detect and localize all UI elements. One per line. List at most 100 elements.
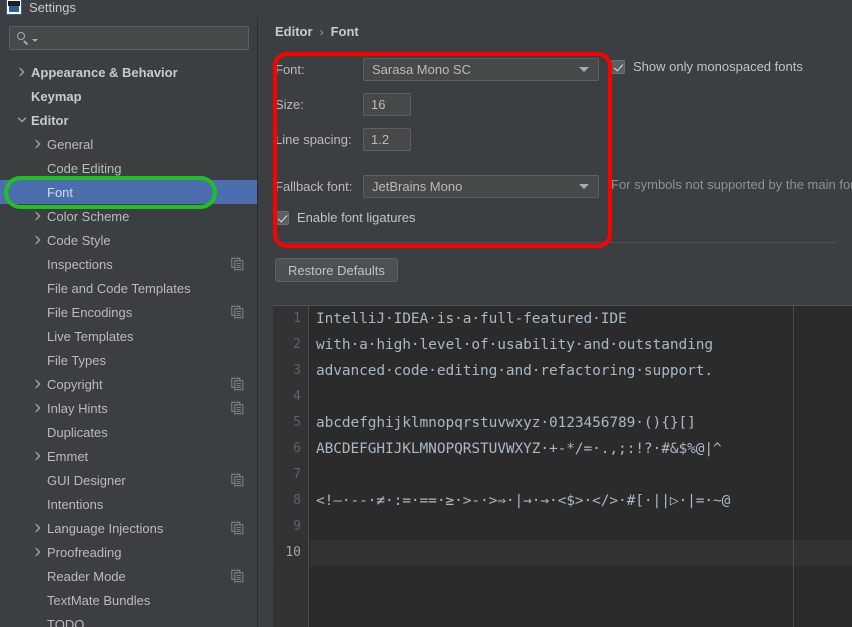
breadcrumb-root[interactable]: Editor	[275, 24, 313, 39]
chevron-right-icon[interactable]	[33, 523, 43, 533]
sidebar-item-file-types[interactable]: File Types	[0, 348, 257, 372]
fallback-font-hint: For symbols not supported by the main fo…	[611, 177, 852, 192]
editor-code-line[interactable]	[310, 540, 852, 566]
enable-font-ligatures-checkbox[interactable]	[275, 210, 289, 225]
chevron-right-icon[interactable]	[33, 235, 43, 245]
sidebar-item-label: Reader Mode	[47, 568, 126, 584]
sidebar-item-language-injections[interactable]: Language Injections	[0, 516, 257, 540]
font-row: Font: Sarasa Mono SC	[275, 58, 599, 81]
editor-line-number-gutter: 1 2 3 4 5 6 7 8 9 10	[273, 306, 309, 627]
copy-icon[interactable]	[231, 401, 244, 415]
sidebar-item-label: Keymap	[31, 88, 82, 104]
editor-code-line[interactable]	[310, 514, 852, 540]
editor-right-margin-guide	[793, 306, 794, 627]
chevron-right-icon[interactable]	[33, 379, 43, 389]
editor-code-line[interactable]: <!—·--·≠·:=·==·≥·>-·>⇒·|→·→·<$>·</>·#[·|…	[310, 488, 852, 514]
sidebar-item-file-and-code-templates[interactable]: File and Code Templates	[0, 276, 257, 300]
sidebar-item-copyright[interactable]: Copyright	[0, 372, 257, 396]
sidebar-item-color-scheme[interactable]: Color Scheme	[0, 204, 257, 228]
breadcrumb: Editor › Font	[275, 24, 359, 39]
font-label: Font:	[275, 62, 305, 77]
fallback-hint-row: For symbols not supported by the main fo…	[611, 177, 852, 192]
sidebar-item-keymap[interactable]: Keymap	[0, 84, 257, 108]
chevron-down-icon[interactable]	[579, 67, 589, 72]
sidebar-item-todo[interactable]: TODO	[0, 612, 257, 627]
editor-code-line[interactable]: advanced·code·editing·and·refactoring·su…	[310, 358, 852, 384]
editor-line-number: 2	[293, 337, 301, 352]
form-divider	[275, 242, 836, 243]
chevron-right-icon[interactable]	[17, 67, 27, 77]
editor-line-number: 1	[293, 311, 301, 326]
line-spacing-input[interactable]: 1.2	[363, 128, 411, 151]
editor-line-number: 6	[293, 441, 301, 456]
editor-code-line[interactable]: abcdefghijklmnopqrstuvwxyz·0123456789·()…	[310, 410, 852, 436]
sidebar-item-label: GUI Designer	[47, 472, 126, 488]
copy-icon[interactable]	[231, 305, 244, 319]
sidebar-item-label: File and Code Templates	[47, 280, 191, 296]
sidebar-item-gui-designer[interactable]: GUI Designer	[0, 468, 257, 492]
restore-defaults-button[interactable]: Restore Defaults	[275, 258, 398, 282]
chevron-right-icon[interactable]	[33, 403, 43, 413]
search-box[interactable]	[9, 26, 249, 50]
copy-icon[interactable]	[231, 569, 244, 583]
copy-icon[interactable]	[231, 473, 244, 487]
sidebar-item-label: File Types	[47, 352, 107, 368]
sidebar-item-general[interactable]: General	[0, 132, 257, 156]
chevron-down-icon[interactable]	[17, 115, 27, 125]
sidebar-item-label: Intentions	[47, 496, 104, 512]
sidebar-item-label: Live Templates	[47, 328, 134, 344]
sidebar-item-file-encodings[interactable]: File Encodings	[0, 300, 257, 324]
size-value: 16	[371, 97, 386, 112]
editor-code-line[interactable]	[310, 462, 852, 488]
breadcrumb-current: Font	[330, 24, 359, 39]
ligatures-row[interactable]: Enable font ligatures	[275, 210, 416, 225]
font-preview-editor[interactable]: 1 2 3 4 5 6 7 8 9 10 IntelliJ·IDEA·is·a·full-feat…	[273, 305, 852, 627]
line-spacing-label: Line spacing:	[275, 132, 352, 147]
search-input[interactable]	[38, 31, 248, 45]
window-title: Settings	[29, 0, 76, 15]
editor-code-line[interactable]: IntelliJ·IDEA·is·a·full-featured·IDE	[310, 306, 852, 332]
sidebar-item-proofreading[interactable]: Proofreading	[0, 540, 257, 564]
sidebar-item-font[interactable]: Font	[0, 180, 257, 204]
copy-icon[interactable]	[231, 521, 244, 535]
chevron-right-icon[interactable]	[33, 211, 43, 221]
sidebar-item-editor[interactable]: Editor	[0, 108, 257, 132]
editor-code-line[interactable]	[310, 384, 852, 410]
chevron-right-icon[interactable]	[33, 451, 43, 461]
sidebar-item-code-editing[interactable]: Code Editing	[0, 156, 257, 180]
editor-code-line[interactable]: ABCDEFGHIJKLMNOPQRSTUVWXYZ·+-*/=·.,;:!?·…	[310, 436, 852, 462]
sidebar-item-appearance-behavior[interactable]: Appearance & Behavior	[0, 60, 257, 84]
fallback-font-combobox[interactable]: JetBrains Mono	[363, 175, 599, 198]
sidebar-item-reader-mode[interactable]: Reader Mode	[0, 564, 257, 588]
monospaced-row[interactable]: Show only monospaced fonts	[611, 59, 803, 74]
sidebar-item-label: Code Style	[47, 232, 111, 248]
sidebar-item-inlay-hints[interactable]: Inlay Hints	[0, 396, 257, 420]
copy-icon[interactable]	[231, 377, 244, 391]
size-input[interactable]: 16	[363, 93, 411, 116]
editor-code-area[interactable]: IntelliJ·IDEA·is·a·full-featured·IDE with…	[310, 306, 852, 627]
sidebar-item-intentions[interactable]: Intentions	[0, 492, 257, 516]
sidebar-item-inspections[interactable]: Inspections	[0, 252, 257, 276]
sidebar-item-label: Inlay Hints	[47, 400, 108, 416]
sidebar-item-code-style[interactable]: Code Style	[0, 228, 257, 252]
search-field-wrapper	[9, 26, 249, 50]
show-only-monospaced-checkbox[interactable]	[611, 59, 625, 74]
sidebar-item-textmate-bundles[interactable]: TextMate Bundles	[0, 588, 257, 612]
size-label: Size:	[275, 97, 304, 112]
sidebar-item-live-templates[interactable]: Live Templates	[0, 324, 257, 348]
sidebar-item-label: Inspections	[47, 256, 113, 272]
editor-code-line[interactable]: with·a·high·level·of·usability·and·outst…	[310, 332, 852, 358]
sidebar-item-label: TextMate Bundles	[47, 592, 151, 608]
sidebar-item-label: Editor	[31, 112, 69, 128]
sidebar-item-emmet[interactable]: Emmet	[0, 444, 257, 468]
sidebar-item-label: File Encodings	[47, 304, 133, 320]
fallback-font-combobox-value: JetBrains Mono	[372, 179, 463, 194]
copy-icon[interactable]	[231, 257, 244, 271]
font-combobox[interactable]: Sarasa Mono SC	[363, 58, 599, 81]
sidebar-item-duplicates[interactable]: Duplicates	[0, 420, 257, 444]
enable-font-ligatures-label: Enable font ligatures	[297, 210, 416, 225]
chevron-down-icon[interactable]	[579, 184, 589, 189]
chevron-right-icon[interactable]	[33, 547, 43, 557]
chevron-right-icon[interactable]	[33, 139, 43, 149]
sidebar-item-label: Proofreading	[47, 544, 122, 560]
